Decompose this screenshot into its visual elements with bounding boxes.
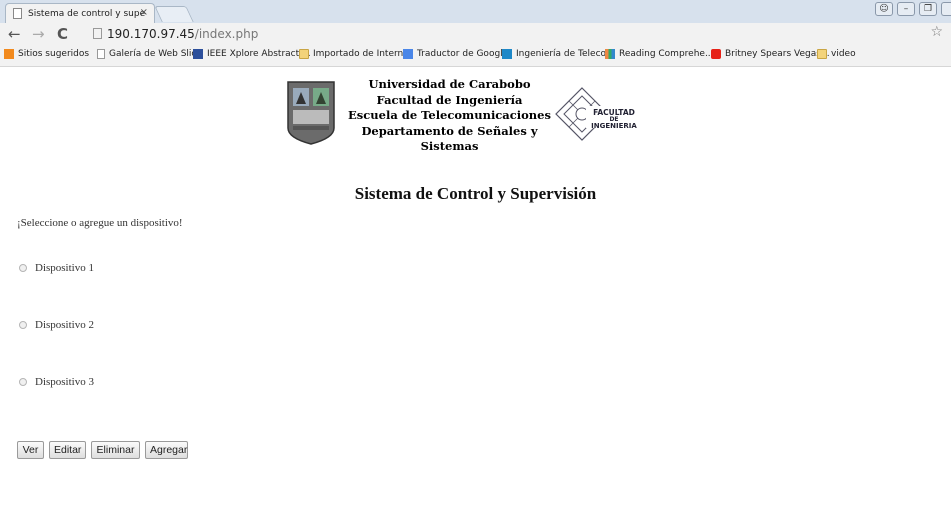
- youtube-icon: [711, 49, 721, 59]
- bookmark-item[interactable]: Galería de Web Slice: [97, 49, 202, 59]
- add-button[interactable]: Agregar: [145, 441, 188, 459]
- bookmark-item[interactable]: video: [817, 49, 856, 59]
- bookmark-label: IEEE Xplore Abstract ...: [207, 49, 311, 59]
- university-shield-icon: [287, 81, 335, 145]
- header-line: Facultad de Ingeniería: [376, 92, 523, 107]
- forward-icon[interactable]: →: [32, 25, 45, 43]
- translate-icon: [403, 49, 413, 59]
- close-window-icon[interactable]: [941, 2, 951, 16]
- tab-title: Sistema de control y supe: [28, 8, 146, 19]
- bookmark-item[interactable]: Britney Spears Vegas...: [711, 49, 830, 59]
- instruction-text: ¡Seleccione o agregue un dispositivo!: [17, 217, 183, 229]
- ieee-icon: [502, 49, 512, 59]
- close-icon[interactable]: ×: [140, 7, 148, 18]
- device-option[interactable]: Dispositivo 3: [19, 376, 94, 388]
- device-label: Dispositivo 2: [35, 319, 94, 331]
- bookmark-label: Galería de Web Slice: [109, 49, 202, 59]
- device-radio[interactable]: [19, 264, 27, 272]
- url-host: 190.170.97.45: [107, 27, 195, 41]
- folder-icon: [299, 49, 309, 59]
- bookmark-label: Ingeniería de Teleco...: [516, 49, 615, 59]
- device-option[interactable]: Dispositivo 1: [19, 262, 94, 274]
- bookmark-label: Britney Spears Vegas...: [725, 49, 830, 59]
- header-line: Universidad de Carabobo: [368, 77, 531, 91]
- page-icon: [93, 28, 102, 39]
- bookmark-item[interactable]: Ingeniería de Teleco...: [502, 49, 614, 59]
- page-icon: [13, 8, 22, 19]
- device-label: Dispositivo 1: [35, 262, 94, 274]
- reload-icon[interactable]: C: [57, 25, 68, 43]
- tab-bar: Sistema de control y supe × ☺ – ❐: [0, 0, 951, 23]
- device-option[interactable]: Dispositivo 2: [19, 319, 94, 331]
- bookmark-item[interactable]: IEEE Xplore Abstract ...: [193, 49, 311, 59]
- device-radio[interactable]: [19, 378, 27, 386]
- institution-name: Universidad de Carabobo Facultad de Inge…: [342, 77, 557, 155]
- minimize-icon[interactable]: –: [897, 2, 915, 16]
- bing-icon: [4, 49, 14, 59]
- bookmark-item[interactable]: Traductor de Google: [403, 49, 508, 59]
- device-radio[interactable]: [19, 321, 27, 329]
- view-button[interactable]: Ver: [17, 441, 44, 459]
- header-line: Departamento de Señales y Sistemas: [361, 123, 538, 154]
- bookmark-label: Traductor de Google: [417, 49, 509, 59]
- restore-icon[interactable]: ❐: [919, 2, 937, 16]
- bookmark-label: Sitios sugeridos: [18, 49, 90, 59]
- bookmark-item[interactable]: Reading Comprehe...: [605, 49, 714, 59]
- bookmark-label: video: [831, 49, 856, 59]
- page-title: Sistema de Control y Supervisión: [354, 184, 597, 203]
- page-icon: [97, 49, 105, 59]
- delete-button[interactable]: Eliminar: [91, 441, 140, 459]
- header-line: Escuela de Telecomunicaciones: [348, 108, 551, 122]
- logo-text: INGENIERIA: [591, 122, 637, 130]
- bookmarks-bar: Sitios sugeridos Galería de Web Slice IE…: [0, 45, 951, 67]
- browser-toolbar: ← → C 190.170.97.45/index.php ☆: [0, 23, 951, 45]
- bookmark-label: Importado de Intern...: [313, 49, 412, 59]
- browser-tab[interactable]: Sistema de control y supe ×: [5, 3, 155, 23]
- bookmark-item[interactable]: Sitios sugeridos: [4, 49, 89, 59]
- grid-icon: [193, 49, 203, 59]
- bookmark-label: Reading Comprehe...: [619, 49, 714, 59]
- address-bar[interactable]: 190.170.97.45/index.php: [93, 25, 258, 43]
- url-path: /index.php: [194, 27, 259, 41]
- back-icon[interactable]: ←: [8, 25, 21, 43]
- user-icon[interactable]: ☺: [875, 2, 893, 16]
- new-tab-button[interactable]: [154, 6, 194, 22]
- faculty-logo-icon: FACULTAD DE INGENIERIA: [555, 87, 640, 141]
- institution-header: Universidad de Carabobo Facultad de Inge…: [286, 77, 646, 155]
- bookmark-star-icon[interactable]: ☆: [930, 24, 943, 40]
- edit-button[interactable]: Editar: [49, 441, 86, 459]
- device-label: Dispositivo 3: [35, 376, 94, 388]
- folder-icon: [817, 49, 827, 59]
- bars-icon: [605, 49, 615, 59]
- bookmark-item[interactable]: Importado de Intern...: [299, 49, 412, 59]
